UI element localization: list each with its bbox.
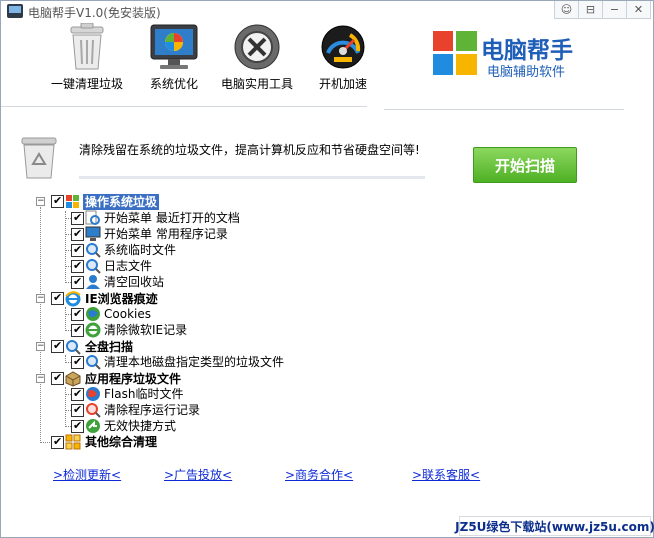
item-checkbox[interactable] xyxy=(71,419,84,433)
tree-item-label: 开始菜单 最近打开的文档 xyxy=(104,211,240,225)
brand-title: 电脑帮手 xyxy=(481,38,573,64)
group-checkbox[interactable] xyxy=(51,435,64,449)
feedback-icon: ☺ xyxy=(560,3,573,16)
item-checkbox[interactable] xyxy=(71,275,84,289)
grid-icon xyxy=(65,434,81,450)
brand-subtitle: 电脑辅助软件 xyxy=(487,65,566,80)
tree-branch xyxy=(40,442,50,443)
brand-divider xyxy=(384,109,624,110)
recycle-bin-icon xyxy=(21,137,57,179)
tree-connector xyxy=(65,211,66,283)
tree-item-label: 无效快捷方式 xyxy=(104,419,177,433)
tree-item-label: Cookies xyxy=(104,307,151,321)
tree-connector xyxy=(65,387,66,427)
tree-group-label[interactable]: 应用程序垃圾文件 xyxy=(85,371,181,387)
item-checkbox[interactable] xyxy=(71,259,84,273)
item-checkbox[interactable] xyxy=(71,243,84,257)
group-checkbox[interactable] xyxy=(51,371,64,385)
globe-icon xyxy=(86,307,100,321)
item-checkbox[interactable] xyxy=(71,403,84,417)
package-icon xyxy=(65,371,81,387)
tree-group-label[interactable]: IE浏览器痕迹 xyxy=(85,291,158,307)
start-scan-button[interactable]: 开始扫描 xyxy=(473,147,577,183)
trash-bin-icon xyxy=(70,23,104,70)
tree-item-label: 系统临时文件 xyxy=(104,243,177,257)
magnifier-icon xyxy=(86,403,101,418)
windows-logo-icon xyxy=(433,31,477,75)
group-checkbox[interactable] xyxy=(51,194,64,208)
toolbar-pc-tools[interactable]: 电脑实用工具 xyxy=(219,23,295,92)
magnifier-icon xyxy=(86,355,101,370)
check-update-link[interactable]: >检测更新< xyxy=(53,466,121,483)
ie-icon xyxy=(65,291,81,307)
magnifier-icon xyxy=(66,340,81,355)
toolbar-clean-junk[interactable]: 一键清理垃圾 xyxy=(49,23,125,92)
expander[interactable]: − xyxy=(36,197,45,206)
expander[interactable]: − xyxy=(36,374,45,383)
expander[interactable]: − xyxy=(36,342,45,351)
minimize-icon: − xyxy=(609,3,620,16)
search-doc-icon xyxy=(85,210,100,225)
site-badge: JZ5U绿色下载站(www.jz5u.com) xyxy=(455,516,654,536)
toolbar-boot-speedup[interactable]: 开机加速 xyxy=(313,23,373,92)
toolbar-system-optimize[interactable]: 系统优化 xyxy=(144,23,204,92)
tree-item-label: 日志文件 xyxy=(104,259,153,273)
magnifier-icon xyxy=(86,259,101,274)
tools-icon xyxy=(234,24,280,70)
shortcut-icon xyxy=(86,419,100,433)
info-text: 清除残留在系统的垃圾文件，提高计算机反应和节省硬盘空间等! xyxy=(79,143,420,157)
speedometer-icon xyxy=(321,25,365,69)
item-checkbox[interactable] xyxy=(71,355,84,369)
user-icon xyxy=(86,275,100,289)
expander[interactable]: − xyxy=(36,294,45,303)
toolbar-divider xyxy=(1,106,367,107)
app-monitor-icon xyxy=(7,4,23,18)
skin-icon: ⊟ xyxy=(585,3,596,16)
group-checkbox[interactable] xyxy=(51,291,64,305)
tree-connector xyxy=(65,307,66,331)
window-controls: ☺ ⊟ − ✕ xyxy=(554,1,651,19)
toolbar-label: 电脑实用工具 xyxy=(220,77,293,91)
toolbar-label: 开机加速 xyxy=(318,77,367,91)
item-checkbox[interactable] xyxy=(71,307,84,321)
tree-item-label: Flash临时文件 xyxy=(104,387,184,401)
magnifier-icon xyxy=(86,243,101,258)
tree-item-label: 开始菜单 常用程序记录 xyxy=(104,227,228,241)
info-underline xyxy=(79,176,425,179)
support-link[interactable]: >联系客服< xyxy=(412,466,480,483)
minimize-button[interactable]: − xyxy=(602,1,627,19)
tree-group-label[interactable]: 其他综合清理 xyxy=(85,434,157,450)
tree-item-label: 清理本地磁盘指定类型的垃圾文件 xyxy=(104,355,285,369)
tree-item-label: 清除微软IE记录 xyxy=(104,323,188,337)
skin-button[interactable]: ⊟ xyxy=(578,1,603,19)
item-checkbox[interactable] xyxy=(71,387,84,401)
toolbar-label: 系统优化 xyxy=(149,77,198,91)
toolbar-label: 一键清理垃圾 xyxy=(50,77,123,91)
item-checkbox[interactable] xyxy=(71,227,84,241)
computer-icon xyxy=(85,226,101,241)
tree-group-label[interactable]: 操作系统垃圾 xyxy=(83,194,160,210)
close-button[interactable]: ✕ xyxy=(626,1,651,19)
window-title: 电脑帮手V1.0(免安装版) xyxy=(28,6,161,20)
title-bar: 电脑帮手V1.0(免安装版) ☺ ⊟ − ✕ xyxy=(1,1,653,23)
tree-group-label[interactable]: 全盘扫描 xyxy=(85,339,133,355)
item-checkbox[interactable] xyxy=(71,323,84,337)
business-link[interactable]: >商务合作< xyxy=(285,466,353,483)
windows-icon xyxy=(66,195,79,208)
tree-connector xyxy=(40,207,41,443)
tree-item-label: 清除程序运行记录 xyxy=(104,403,201,417)
monitor-icon xyxy=(150,24,198,69)
feedback-button[interactable]: ☺ xyxy=(554,1,579,19)
ad-link[interactable]: >广告投放< xyxy=(164,466,232,483)
ie-icon xyxy=(85,322,101,338)
main-window: 电脑帮手V1.0(免安装版) ☺ ⊟ − ✕ 一键清理垃圾 系统优化 电脑实用工… xyxy=(0,0,654,538)
group-checkbox[interactable] xyxy=(51,339,64,353)
globe-icon xyxy=(86,387,100,401)
tree-item-label: 清空回收站 xyxy=(104,275,165,289)
close-icon: ✕ xyxy=(633,3,644,16)
item-checkbox[interactable] xyxy=(71,211,84,225)
